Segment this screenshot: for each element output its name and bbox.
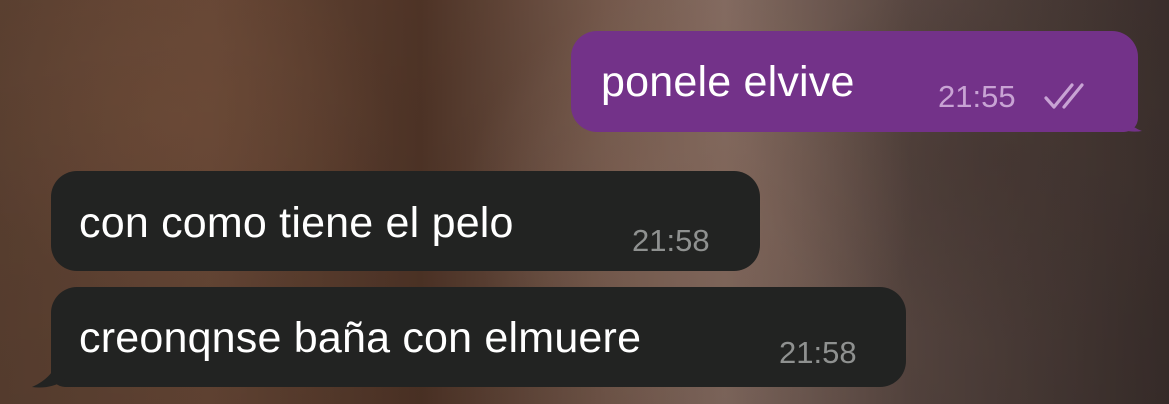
message-text: ponele elvive	[601, 58, 855, 106]
message-bubble-outgoing[interactable]: ponele elvive 21:55	[571, 31, 1138, 132]
double-check-read-icon	[1044, 83, 1084, 109]
message-time: 21:55	[938, 79, 1016, 114]
message-bubble-incoming[interactable]: creonqnse baña con elmuere 21:58	[51, 287, 906, 387]
outgoing-bubble-tail	[1112, 100, 1142, 132]
message-text: con como tiene el pelo	[79, 199, 514, 247]
message-time: 21:58	[632, 223, 710, 258]
message-text: creonqnse baña con elmuere	[79, 314, 642, 362]
incoming-bubble-tail	[32, 354, 66, 388]
message-bubble-incoming[interactable]: con como tiene el pelo 21:58	[51, 171, 760, 271]
message-time: 21:58	[779, 335, 857, 370]
